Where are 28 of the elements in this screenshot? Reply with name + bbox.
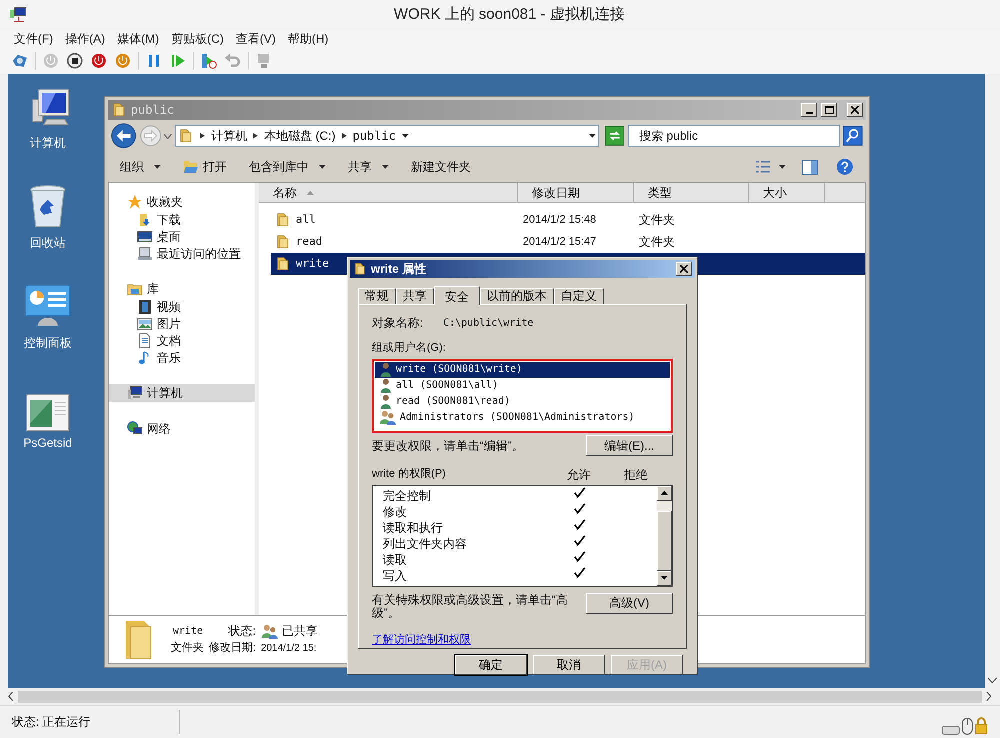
permission-name: 修改	[382, 504, 408, 520]
file-type: 文件夹	[639, 212, 675, 227]
file-date: 2014/1/2 15:48	[523, 214, 596, 226]
item-name: write	[172, 624, 204, 639]
permission-name: 写入	[382, 568, 408, 584]
advanced-hint: 有关特殊权限或高级设置，请单击“高级”。	[372, 592, 569, 620]
group-list-label: 组或用户名(G):	[372, 340, 447, 356]
permission-name: 完全控制	[382, 488, 432, 504]
dialog-title: write 属性	[371, 261, 428, 278]
modified-date: 2014/1/2 15:	[261, 642, 318, 656]
status-text: 状态: 正在运行	[0, 710, 180, 734]
window-title: public	[131, 102, 176, 119]
status-label: 状态:	[228, 623, 256, 640]
permission-name: 列出文件夹内容	[382, 536, 468, 552]
object-name-value: C:\public\write	[443, 316, 534, 330]
modified-label: 修改日期:	[209, 641, 256, 656]
window-title: WORK 上的 soon081 - 虚拟机连接	[394, 4, 625, 25]
file-type: 文件夹	[639, 234, 675, 249]
permission-name: 读取	[382, 552, 408, 568]
share-status: 已共享	[282, 623, 318, 640]
edit-hint: 要更改权限，请单击“编辑”。	[372, 438, 524, 454]
column-header: 拒绝	[624, 466, 648, 484]
item-type: 文件夹	[171, 640, 204, 656]
file-date: 2014/1/2 15:47	[523, 236, 596, 248]
permissions-label: write 的权限(P)	[372, 467, 447, 482]
object-name-label: 对象名称:	[372, 315, 424, 332]
permission-name: 读取和执行	[382, 520, 444, 536]
column-header: 允许	[567, 466, 592, 484]
